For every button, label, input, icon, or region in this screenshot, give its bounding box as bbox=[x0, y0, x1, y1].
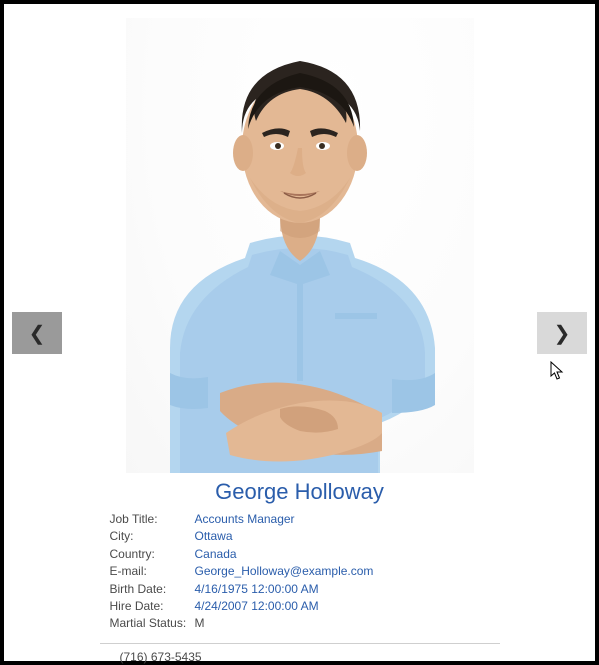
detail-row: Hire Date: 4/24/2007 12:00:00 AM bbox=[110, 598, 500, 615]
detail-value: M bbox=[195, 615, 205, 632]
detail-value: Accounts Manager bbox=[195, 511, 295, 528]
details-list: Job Title: Accounts Manager City: Ottawa… bbox=[100, 511, 500, 633]
detail-value-email[interactable]: George_Holloway@example.com bbox=[195, 563, 374, 580]
next-button[interactable]: ❯ bbox=[537, 312, 587, 354]
chevron-left-icon: ❮ bbox=[29, 321, 46, 346]
mouse-cursor-icon bbox=[550, 361, 566, 381]
detail-label: Birth Date: bbox=[110, 581, 195, 598]
detail-row: Country: Canada bbox=[110, 546, 500, 563]
detail-label: E-mail: bbox=[110, 563, 195, 580]
person-illustration bbox=[130, 18, 470, 473]
detail-label: City: bbox=[110, 528, 195, 545]
detail-row: Martial Status: M bbox=[110, 615, 500, 632]
detail-row: E-mail: George_Holloway@example.com bbox=[110, 563, 500, 580]
phone-number: (716) 673-5435 bbox=[100, 650, 500, 664]
detail-value: Ottawa bbox=[195, 528, 233, 545]
card-frame: ❮ ❯ bbox=[0, 0, 599, 665]
detail-row: Job Title: Accounts Manager bbox=[110, 511, 500, 528]
detail-label: Country: bbox=[110, 546, 195, 563]
detail-label: Martial Status: bbox=[110, 615, 195, 632]
detail-value: 4/24/2007 12:00:00 AM bbox=[195, 598, 319, 615]
detail-row: Birth Date: 4/16/1975 12:00:00 AM bbox=[110, 581, 500, 598]
detail-value: Canada bbox=[195, 546, 237, 563]
detail-label: Job Title: bbox=[110, 511, 195, 528]
chevron-right-icon: ❯ bbox=[554, 321, 571, 346]
person-name: George Holloway bbox=[4, 479, 595, 505]
profile-photo bbox=[126, 18, 474, 473]
detail-value: 4/16/1975 12:00:00 AM bbox=[195, 581, 319, 598]
prev-button[interactable]: ❮ bbox=[12, 312, 62, 354]
detail-row: City: Ottawa bbox=[110, 528, 500, 545]
detail-label: Hire Date: bbox=[110, 598, 195, 615]
divider bbox=[100, 643, 500, 644]
